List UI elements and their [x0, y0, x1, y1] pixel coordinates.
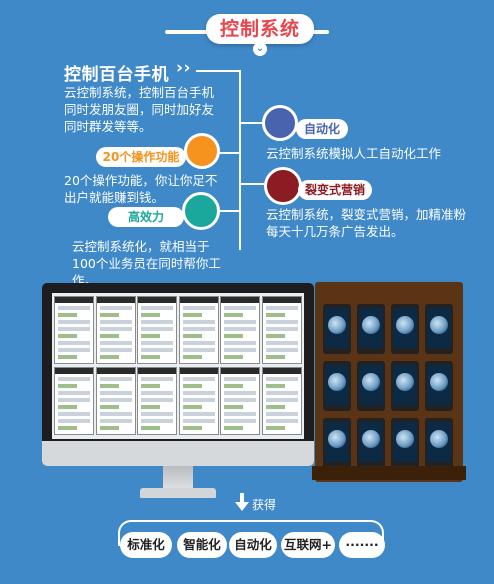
page-title: 控制系统	[219, 18, 300, 40]
rack-phone	[425, 304, 453, 354]
screen-phone-mirror	[54, 367, 94, 435]
rack-phone	[357, 418, 385, 468]
obtain-label: 获得	[252, 498, 277, 512]
title-pill: 控制系统	[206, 14, 314, 44]
eff-circle	[182, 192, 220, 230]
phone-rack	[315, 282, 463, 482]
screen-phone-mirror	[95, 367, 136, 435]
tag-ellipsis: ·······	[339, 532, 385, 558]
auto-label: 自动化	[296, 119, 348, 139]
eff-desc: 云控制系统化，就相当于 100个业务员在同时帮你工作。	[72, 239, 221, 288]
phone-rack-base	[312, 466, 466, 480]
monitor-base	[140, 488, 216, 498]
tag-standardized: 标准化	[120, 532, 172, 558]
connector-ops	[218, 152, 240, 154]
fission-label: 裂变式营销	[298, 180, 372, 200]
rack-phone	[323, 361, 351, 411]
rack-phone	[391, 304, 419, 354]
auto-desc: 云控制系统模拟人工自动化工作	[266, 146, 442, 161]
screen-phone-mirror	[261, 367, 302, 435]
connector-eff	[218, 210, 240, 212]
ops-circle	[184, 133, 220, 169]
tag-internet-plus: 互联网+	[281, 532, 335, 558]
rack-phone	[357, 304, 385, 354]
monitor	[42, 283, 314, 466]
ops-label: 20个操作功能	[96, 147, 186, 167]
screen-phone-mirror	[178, 296, 219, 364]
heading-desc: 云控制系统，控制百台手机 同时发朋友圈，同时加好友 同时群发等等。	[64, 85, 215, 134]
monitor-chin	[42, 441, 314, 466]
auto-circle	[262, 105, 298, 141]
fission-circle	[264, 167, 302, 205]
rack-phone	[323, 418, 351, 468]
rack-phone	[357, 361, 385, 411]
connector-top	[196, 70, 240, 72]
tag-intelligent: 智能化	[177, 532, 227, 558]
rack-phone	[425, 418, 453, 468]
rack-phone	[391, 361, 419, 411]
rack-phone	[323, 304, 351, 354]
monitor-screen	[52, 293, 304, 439]
connector-fission	[240, 183, 264, 185]
tag-automated: 自动化	[229, 532, 277, 558]
connector-auto	[240, 122, 264, 124]
arrow-down-icon	[235, 493, 249, 511]
screen-phone-mirror	[220, 296, 260, 364]
monitor-stand	[163, 466, 193, 490]
chevrons-right-icon: ››	[176, 58, 192, 78]
screen-phone-mirror	[137, 296, 177, 364]
heading-control: 控制百台手机	[64, 65, 169, 85]
fission-desc: 云控制系统，裂变式营销，加精准粉 每天十几万条广告发出。	[266, 207, 467, 239]
screen-phone-mirror	[137, 367, 177, 435]
screen-phone-mirror	[178, 367, 219, 435]
eff-label: 高效力	[108, 207, 184, 227]
rack-phone	[425, 361, 453, 411]
connector-vertical	[239, 70, 241, 250]
chevron-down-icon: ⌄	[253, 42, 267, 56]
screen-phone-mirror	[261, 296, 302, 364]
screen-phone-mirror	[54, 296, 94, 364]
screen-phone-mirror	[95, 296, 136, 364]
rack-phone	[391, 418, 419, 468]
screen-phone-mirror	[220, 367, 260, 435]
